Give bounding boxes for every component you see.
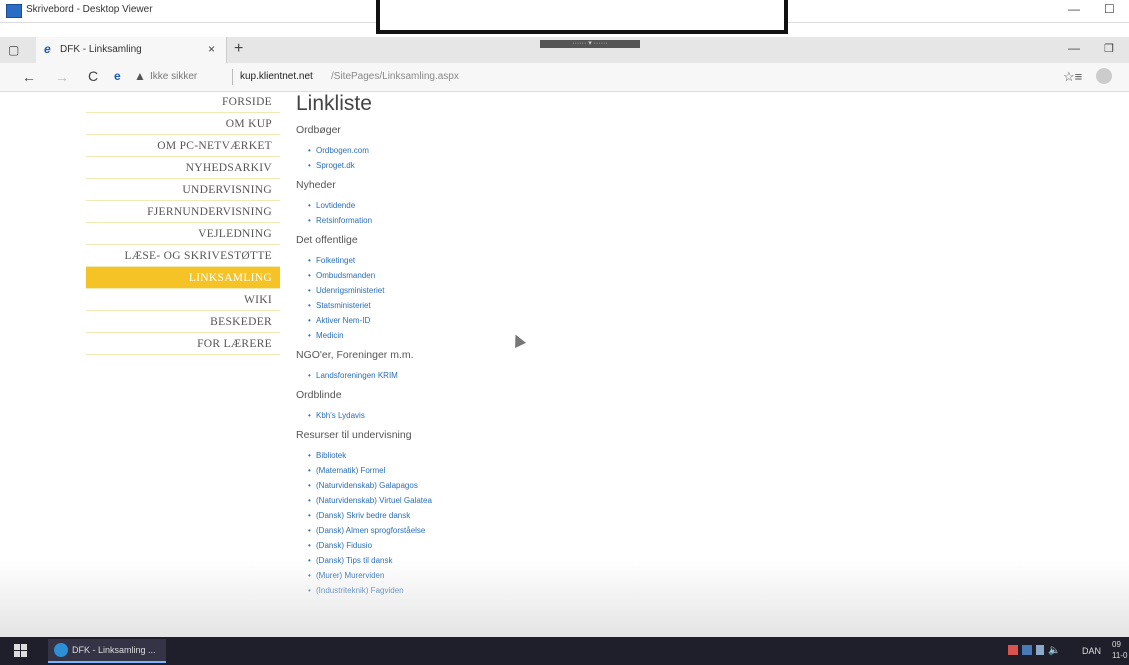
link-item[interactable]: Ordbogen.com [308,143,696,158]
url-domain[interactable]: kup.klientnet.net [240,71,313,82]
nav-item-11[interactable]: BESKEDER [86,311,280,333]
taskbar: DFK - Linksamling ... 🔈 DAN 09 11-0 [0,637,1129,665]
section-heading: NGO'er, Foreninger m.m. [296,349,414,361]
forward-arrow-icon[interactable]: → [55,69,69,85]
battery-icon[interactable] [1036,645,1044,656]
link-list: Kbh's Lydavis [296,408,696,423]
link-item[interactable]: (Naturvidenskab) Virtuel Galatea [308,493,696,508]
link-item[interactable]: (Matematik) Formel [308,463,696,478]
edge-favicon-icon: e [44,42,51,56]
link-item[interactable]: (Industriteknik) Fagviden [308,583,696,598]
section-heading: Ordblinde [296,389,342,401]
viewer-app-icon [6,4,22,18]
link-item[interactable]: (Dansk) Fidusio [308,538,696,553]
nav-item-2[interactable]: OM KUP [86,113,280,135]
viewer-title: Skrivebord - Desktop Viewer [26,4,153,15]
tab-label: DFK - Linksamling [60,44,142,55]
address-bar-row: ← → C e ▲ Ikke sikker kup.klientnet.net … [0,63,1129,92]
clock-date: 11-0 [1112,651,1128,660]
browser-minimize-button[interactable]: — [1068,41,1080,55]
warning-icon[interactable]: ▲ [134,69,146,83]
nav-item-9[interactable]: LINKSAMLING [86,267,280,289]
windows-start-icon[interactable] [14,644,28,658]
link-list: Landsforeningen KRIM [296,368,696,383]
profile-avatar[interactable] [1096,68,1112,84]
browser-tab[interactable]: e DFK - Linksamling × [36,37,227,63]
edge-icon: e [114,69,121,83]
page-title: Linkliste [296,92,372,115]
refresh-icon[interactable]: C [88,68,98,84]
section-heading: Det offentlige [296,234,358,246]
link-item[interactable]: Landsforeningen KRIM [308,368,696,383]
link-list: Ordbogen.comSproget.dk [296,143,696,173]
main-content: Linkliste Ordbøger Ordbogen.comSproget.dk… [296,92,696,604]
link-item[interactable]: Kbh's Lydavis [308,408,696,423]
tab-close-icon[interactable]: × [208,42,215,56]
link-sections: Ordbøger Ordbogen.comSproget.dk Nyheder Lov… [296,124,696,598]
link-item[interactable]: Lovtidende [308,198,696,213]
nav-item-7[interactable]: VEJLEDNING [86,223,280,245]
link-item[interactable]: Ombudsmanden [308,268,696,283]
link-item[interactable]: Medicin [308,328,696,343]
nav-item-10[interactable]: WIKI [86,289,280,311]
nav-item-1[interactable]: FORSIDE [86,91,280,113]
link-item[interactable]: Sproget.dk [308,158,696,173]
browser-restore-button[interactable]: ❐ [1104,42,1114,55]
link-item[interactable]: (Dansk) Skriv bedre dansk [308,508,696,523]
side-navigation: FORSIDE OM KUP OM PC-NETVÆRKET NYHEDSARKIV U… [86,91,280,355]
viewer-minimize-button[interactable]: — [1068,2,1080,16]
taskbar-app-label: DFK - Linksamling ... [72,645,156,655]
link-item[interactable]: Udenrigsministeriet [308,283,696,298]
link-item[interactable]: (Dansk) Tips til dansk [308,553,696,568]
not-secure-label[interactable]: Ikke sikker [150,71,197,82]
overlay-frame [376,0,788,34]
nav-item-4[interactable]: NYHEDSARKIV [86,157,280,179]
tab-actions-icon[interactable]: ▢ [8,43,19,57]
nav-item-12[interactable]: FOR LÆRERE [86,333,280,355]
clock-time: 09 [1112,640,1121,649]
viewer-maximize-button[interactable]: ☐ [1104,2,1115,16]
section-heading: Resurser til undervisning [296,429,412,441]
section-heading: Ordbøger [296,124,341,136]
edge-taskbar-icon [54,643,68,657]
link-item[interactable]: Aktiver Nem-ID [308,313,696,328]
url-path[interactable]: /SitePages/Linksamling.aspx [331,71,459,82]
address-separator [232,69,233,85]
volume-icon[interactable]: 🔈 [1048,645,1060,656]
nav-item-5[interactable]: UNDERVISNING [86,179,280,201]
link-item[interactable]: (Naturvidenskab) Galapagos [308,478,696,493]
nav-item-6[interactable]: FJERNUNDERVISNING [86,201,280,223]
language-indicator[interactable]: DAN [1082,646,1101,656]
link-item[interactable]: Statsministeriet [308,298,696,313]
link-item[interactable]: (Dansk) Almen sprogforståelse [308,523,696,538]
new-tab-button[interactable]: + [234,40,243,58]
network-icon[interactable] [1022,645,1032,656]
section-heading: Nyheder [296,179,336,191]
favorites-icon[interactable]: ☆≡ [1063,69,1082,85]
nav-item-8[interactable]: LÆSE- OG SKRIVESTØTTE [86,245,280,267]
taskbar-app-edge[interactable]: DFK - Linksamling ... [48,639,166,663]
link-list: LovtidendeRetsinformation [296,198,696,228]
link-list: Bibliotek(Matematik) Formel(Naturvidensk… [296,448,696,598]
link-item[interactable]: Retsinformation [308,213,696,228]
back-arrow-icon[interactable]: ← [22,69,36,85]
link-item[interactable]: Folketinget [308,253,696,268]
nav-item-3[interactable]: OM PC-NETVÆRKET [86,135,280,157]
link-item[interactable]: Bibliotek [308,448,696,463]
tray-app-icon[interactable] [1008,645,1018,656]
system-tray-icons[interactable]: 🔈 [1008,645,1060,656]
remote-session-toolbar[interactable]: ······ ▾ ······ [540,40,640,48]
link-item[interactable]: (Murer) Murerviden [308,568,696,583]
browser-tab-strip: ▢ e DFK - Linksamling × + ······ ▾ ·····… [0,37,1129,63]
system-clock[interactable]: 09 11-0 [1112,639,1127,661]
link-list: FolketingetOmbudsmandenUdenrigsministeri… [296,253,696,343]
